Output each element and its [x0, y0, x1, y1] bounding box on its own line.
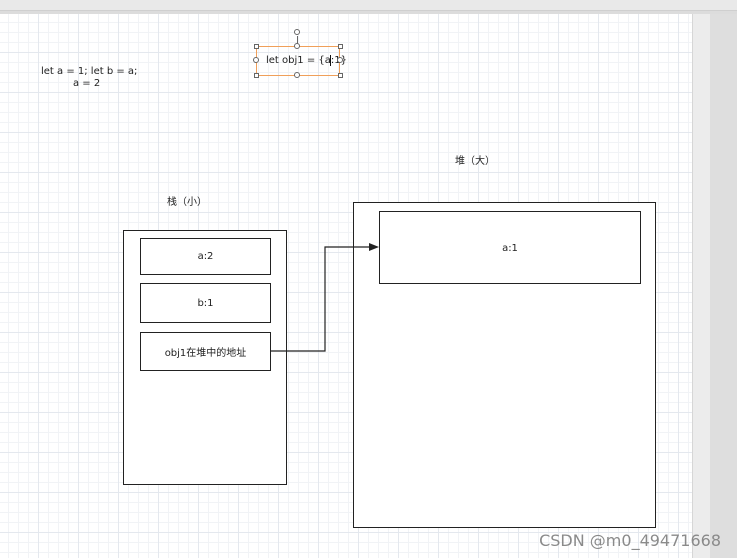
stack-title: 栈（小）	[167, 197, 207, 208]
stack-cell-a[interactable]: a:2	[140, 238, 271, 275]
vertical-scrollbar[interactable]	[710, 14, 737, 558]
heap-object[interactable]: a:1	[379, 211, 641, 284]
toolbar-strip	[0, 0, 737, 11]
stack-cell-obj1[interactable]: obj1在堆中的地址	[140, 332, 271, 371]
resize-handle-sw[interactable]	[254, 73, 259, 78]
resize-handle-se[interactable]	[338, 73, 343, 78]
resize-handle-s[interactable]	[294, 72, 300, 78]
code-line-1: let a = 1; let b = a;	[41, 66, 138, 77]
stack-cell-a-label: a:2	[197, 251, 214, 262]
resize-handle-n[interactable]	[294, 43, 300, 49]
text-cursor	[330, 55, 331, 66]
stack-cell-obj1-label: obj1在堆中的地址	[164, 348, 247, 359]
resize-handle-ne[interactable]	[338, 44, 343, 49]
stack-cell-b-label: b:1	[197, 297, 214, 309]
watermark: CSDN @m0_49471668	[539, 531, 721, 550]
code-line-2: a = 2	[73, 78, 101, 89]
stack-cell-b[interactable]: b:1	[140, 283, 271, 323]
resize-handle-w[interactable]	[253, 57, 259, 63]
resize-handle-nw[interactable]	[254, 44, 259, 49]
rotate-handle[interactable]	[294, 29, 300, 35]
heap-object-label: a:1	[502, 243, 518, 254]
resize-handle-e[interactable]	[337, 57, 343, 63]
selected-text[interactable]: let obj1 = {a:1}	[266, 55, 347, 67]
page-edge	[692, 14, 711, 558]
heap-title: 堆（大）	[455, 156, 495, 167]
